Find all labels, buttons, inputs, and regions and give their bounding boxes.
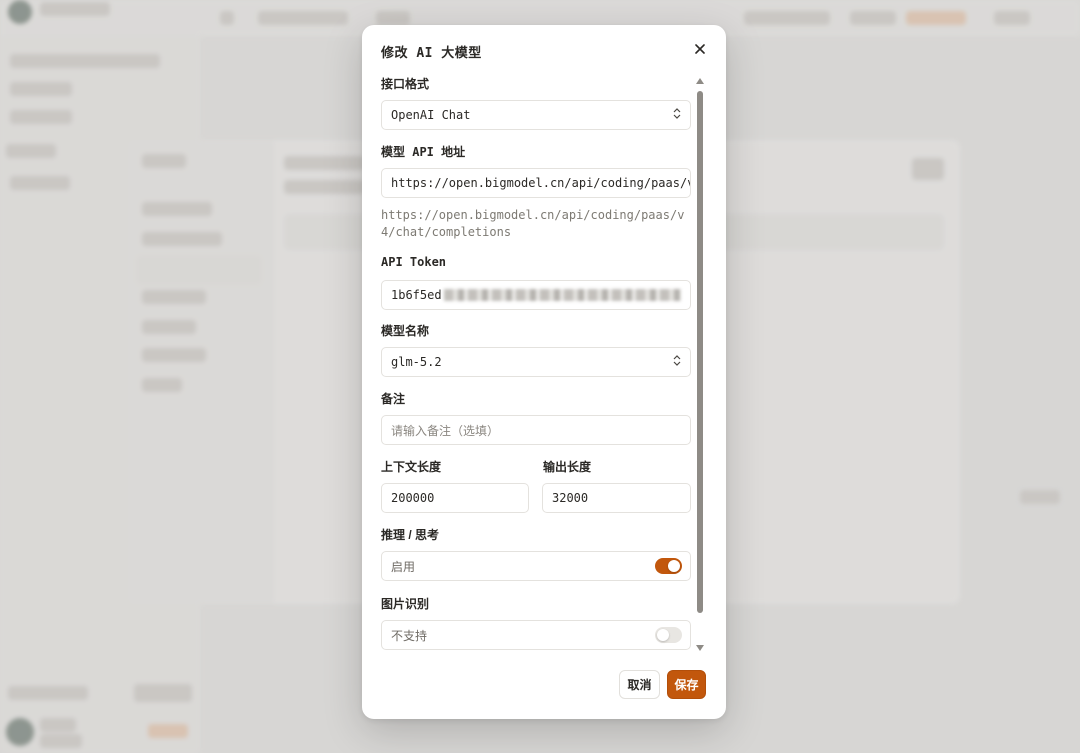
interface-format-select[interactable]: OpenAI Chat [381, 100, 691, 130]
image-recognition-toggle[interactable] [655, 627, 682, 643]
dialog-title: 修改 AI 大模型 [381, 46, 482, 61]
model-name-value: glm-5.2 [391, 355, 442, 369]
toggle-knob [657, 629, 669, 641]
scroll-down-icon[interactable] [696, 645, 704, 651]
interface-format-label: 接口格式 [381, 77, 430, 91]
api-url-input[interactable]: https://open.bigmodel.cn/api/coding/paas… [381, 168, 691, 198]
note-placeholder: 请输入备注（选填） [391, 423, 500, 438]
note-label: 备注 [381, 392, 406, 406]
close-icon [695, 41, 705, 59]
dialog-scrollbar[interactable] [695, 77, 705, 651]
toggle-knob [668, 560, 680, 572]
output-length-input[interactable]: 32000 [542, 483, 691, 513]
interface-format-value: OpenAI Chat [391, 108, 471, 122]
scrollbar-thumb[interactable] [697, 91, 703, 613]
reasoning-toggle-row[interactable]: 启用 [381, 551, 691, 581]
api-token-value: 1b6f5ed [391, 288, 442, 302]
chevron-up-down-icon [673, 355, 681, 369]
output-length-value: 32000 [552, 491, 589, 505]
api-token-input[interactable]: 1b6f5ed [381, 280, 691, 310]
context-length-label: 上下文长度 [381, 460, 442, 474]
dialog-form: 接口格式 OpenAI Chat 模型 API 地址 https://open.… [381, 75, 693, 651]
reasoning-label: 推理 / 思考 [381, 528, 440, 542]
api-token-label: API Token [381, 255, 447, 269]
api-url-value: https://open.bigmodel.cn/api/coding/paas… [391, 176, 691, 190]
image-recognition-status-text: 不支持 [391, 628, 428, 643]
model-name-label: 模型名称 [381, 324, 430, 338]
image-recognition-toggle-row[interactable]: 不支持 [381, 620, 691, 650]
reasoning-toggle[interactable] [655, 558, 682, 574]
save-button[interactable]: 保存 [667, 670, 706, 699]
scroll-up-icon[interactable] [696, 78, 704, 84]
chevron-up-down-icon [673, 108, 681, 122]
note-input[interactable]: 请输入备注（选填） [381, 415, 691, 445]
context-length-value: 200000 [391, 491, 435, 505]
edit-model-dialog: 修改 AI 大模型 接口格式 OpenAI Chat 模型 API 地址 htt… [362, 25, 726, 719]
reasoning-status-text: 启用 [391, 559, 416, 574]
close-button[interactable] [690, 40, 710, 60]
api-url-label: 模型 API 地址 [381, 145, 466, 159]
model-name-select[interactable]: glm-5.2 [381, 347, 691, 377]
image-recognition-label: 图片识别 [381, 597, 430, 611]
api-url-hint: https://open.bigmodel.cn/api/coding/paas… [381, 208, 685, 239]
cancel-button[interactable]: 取消 [619, 670, 660, 699]
api-token-masked [443, 289, 681, 301]
output-length-label: 输出长度 [543, 460, 592, 474]
context-length-input[interactable]: 200000 [381, 483, 529, 513]
